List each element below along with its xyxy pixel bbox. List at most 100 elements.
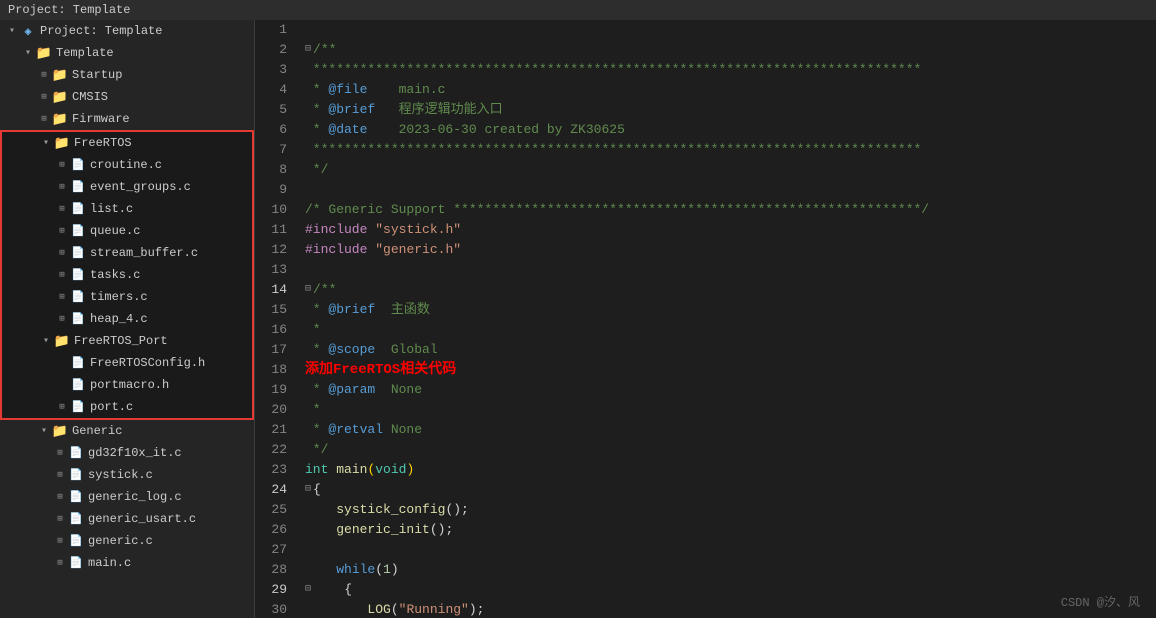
file-icon: 📄 (70, 289, 86, 305)
freertos-port-expand-icon: ▾ (38, 335, 54, 347)
tree-item-queue[interactable]: ⊞ 📄 queue.c (2, 220, 252, 242)
file-icon: 📄 (68, 489, 84, 505)
code-line-23: int main(void) (305, 460, 1156, 480)
code-line-26: generic_init(); (305, 520, 1156, 540)
code-line-28: while(1) (305, 560, 1156, 580)
tree-label: systick.c (88, 468, 153, 482)
code-line-11: #include "systick.h" (305, 220, 1156, 240)
tree-label: FreeRTOS_Port (74, 334, 168, 348)
tree-item-startup[interactable]: ⊞ 📁 Startup (0, 64, 254, 86)
tree-label: Project: Template (40, 24, 162, 38)
tree-item-firmware[interactable]: ⊞ 📁 Firmware (0, 108, 254, 130)
queue-expand-icon: ⊞ (54, 226, 70, 236)
tree-label: Firmware (72, 112, 130, 126)
file-icon: 📄 (70, 267, 86, 283)
tree-label: FreeRTOS (74, 136, 132, 150)
file-icon: 📄 (70, 245, 86, 261)
tree-label: FreeRTOSConfig.h (90, 356, 205, 370)
tree-label: generic.c (88, 534, 153, 548)
timers-expand-icon: ⊞ (54, 292, 70, 302)
tree-label: event_groups.c (90, 180, 191, 194)
folder-icon: 📁 (52, 111, 68, 127)
heap4-expand-icon: ⊞ (54, 314, 70, 324)
tree-item-portmacro[interactable]: 📄 portmacro.h (2, 374, 252, 396)
list-expand-icon: ⊞ (54, 204, 70, 214)
tree-item-freertos[interactable]: ▾ 📁 FreeRTOS (2, 132, 252, 154)
tree-label: generic_usart.c (88, 512, 196, 526)
tree-item-tasks[interactable]: ⊞ 📄 tasks.c (2, 264, 252, 286)
tree-item-stream-buffer[interactable]: ⊞ 📄 stream_buffer.c (2, 242, 252, 264)
file-icon: 📄 (68, 467, 84, 483)
tree-item-freertosconfig[interactable]: 📄 FreeRTOSConfig.h (2, 352, 252, 374)
tree-item-generic-c[interactable]: ⊞ 📄 generic.c (0, 530, 254, 552)
code-line-19: * @param None (305, 380, 1156, 400)
code-line-14: ⊟/** (305, 280, 1156, 300)
watermark: CSDN @汐、风 (1061, 593, 1140, 610)
freertos-expand-icon: ▾ (38, 137, 54, 149)
tree-item-gd32[interactable]: ⊞ 📄 gd32f10x_it.c (0, 442, 254, 464)
tree-item-heap4[interactable]: ⊞ 📄 heap_4.c (2, 308, 252, 330)
code-line-25: systick_config(); (305, 500, 1156, 520)
tree-label: CMSIS (72, 90, 108, 104)
code-line-7: ****************************************… (305, 140, 1156, 160)
code-line-1 (305, 20, 1156, 40)
tree-label: queue.c (90, 224, 140, 238)
tree-item-list[interactable]: ⊞ 📄 list.c (2, 198, 252, 220)
tree-label: heap_4.c (90, 312, 148, 326)
tree-label: croutine.c (90, 158, 162, 172)
code-line-2: ⊟/** (305, 40, 1156, 60)
tree-label: timers.c (90, 290, 148, 304)
tree-label: port.c (90, 400, 133, 414)
tree-item-project[interactable]: ▾ ◈ Project: Template (0, 20, 254, 42)
editor[interactable]: 1 2 3 4 5 6 7 8 9 10 11 12 13 14 15 16 1… (255, 20, 1156, 618)
file-icon: 📄 (70, 179, 86, 195)
code-line-22: */ (305, 440, 1156, 460)
tree-item-croutine[interactable]: ⊞ 📄 croutine.c (2, 154, 252, 176)
file-icon: 📄 (70, 399, 86, 415)
code-line-17: * @scope Global (305, 340, 1156, 360)
code-line-16: * (305, 320, 1156, 340)
folder-icon: 📁 (52, 67, 68, 83)
file-icon: 📄 (70, 377, 86, 393)
tree-item-freertos-port[interactable]: ▾ 📁 FreeRTOS_Port (2, 330, 252, 352)
main-expand-icon: ⊞ (52, 558, 68, 568)
tree-item-main[interactable]: ⊞ 📄 main.c (0, 552, 254, 574)
tasks-expand-icon: ⊞ (54, 270, 70, 280)
code-line-13 (305, 260, 1156, 280)
tree-item-template[interactable]: ▾ 📁 Template (0, 42, 254, 64)
code-content: ⊟/** ***********************************… (295, 20, 1156, 618)
tree-item-event-groups[interactable]: ⊞ 📄 event_groups.c (2, 176, 252, 198)
code-line-21: * @retval None (305, 420, 1156, 440)
file-icon: 📄 (70, 223, 86, 239)
stream-buffer-expand-icon: ⊞ (54, 248, 70, 258)
tree-label: stream_buffer.c (90, 246, 198, 260)
tree-label: Template (56, 46, 114, 60)
tree-item-cmsis[interactable]: ⊞ 📁 CMSIS (0, 86, 254, 108)
folder-icon: 📁 (54, 333, 70, 349)
code-line-3: ****************************************… (305, 60, 1156, 80)
tree-item-generic[interactable]: ▾ 📁 Generic (0, 420, 254, 442)
code-line-15: * @brief 主函数 (305, 300, 1156, 320)
folder-icon: 📁 (36, 45, 52, 61)
firmware-expand-icon: ⊞ (36, 114, 52, 124)
file-icon: 📄 (70, 201, 86, 217)
tree-item-generic-usart[interactable]: ⊞ 📄 generic_usart.c (0, 508, 254, 530)
code-line-29: ⊟ { (305, 580, 1156, 600)
code-line-27 (305, 540, 1156, 560)
generic-expand-icon: ▾ (36, 425, 52, 437)
code-line-30: LOG("Running"); (305, 600, 1156, 618)
tree-item-generic-log[interactable]: ⊞ 📄 generic_log.c (0, 486, 254, 508)
event-groups-expand-icon: ⊞ (54, 182, 70, 192)
code-line-24: ⊟{ (305, 480, 1156, 500)
code-line-6: * @date 2023-06-30 created by ZK30625 (305, 120, 1156, 140)
startup-expand-icon: ⊞ (36, 70, 52, 80)
code-line-5: * @brief 程序逻辑功能入口 (305, 100, 1156, 120)
tree-item-timers[interactable]: ⊞ 📄 timers.c (2, 286, 252, 308)
tree-label: tasks.c (90, 268, 140, 282)
sidebar: ▾ ◈ Project: Template ▾ 📁 Template ⊞ 📁 S… (0, 20, 255, 618)
generic-log-expand-icon: ⊞ (52, 492, 68, 502)
tree-item-port[interactable]: ⊞ 📄 port.c (2, 396, 252, 418)
file-icon: 📄 (68, 555, 84, 571)
cmsis-expand-icon: ⊞ (36, 92, 52, 102)
tree-item-systick[interactable]: ⊞ 📄 systick.c (0, 464, 254, 486)
